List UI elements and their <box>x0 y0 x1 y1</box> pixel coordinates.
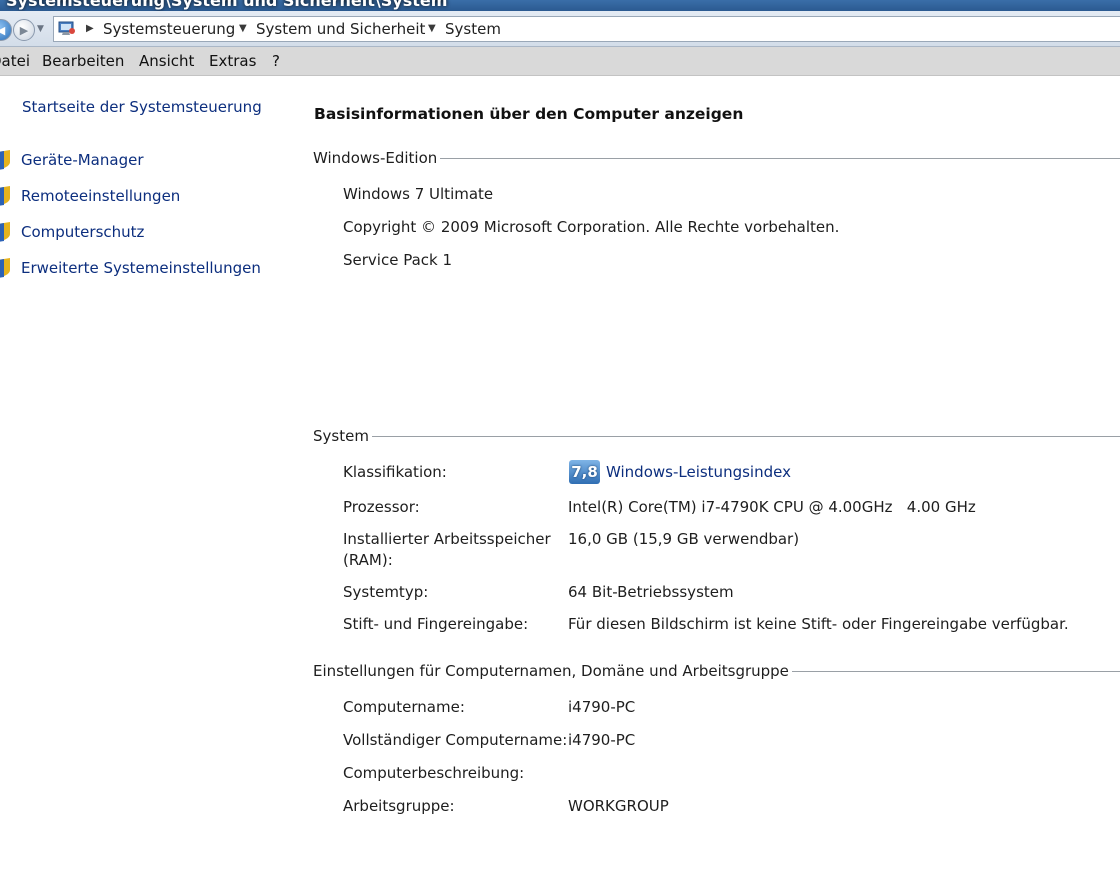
ram-label-line1: Installierter Arbeitsspeicher <box>343 530 551 548</box>
section-windows-edition: Windows-Edition <box>313 148 1120 168</box>
page-title: Basisinformationen über den Computer anz… <box>314 105 744 123</box>
computer-name-label: Computername: <box>343 698 465 716</box>
full-computer-name-value: i4790-PC <box>568 731 636 749</box>
sidebar-link-advanced-settings[interactable]: Erweiterte Systemeinstellungen <box>21 259 261 277</box>
menu-bar: Datei Bearbeiten Ansicht Extras ? <box>0 47 1120 76</box>
menu-help[interactable]: ? <box>272 52 280 70</box>
pen-touch-label: Stift- und Fingereingabe: <box>343 615 529 633</box>
address-box[interactable]: ▶ Systemsteuerung ▼ System und Sicherhei… <box>53 16 1120 42</box>
workgroup-label: Arbeitsgruppe: <box>343 797 455 815</box>
uac-shield-icon <box>0 186 10 206</box>
edition-name: Windows 7 Ultimate <box>343 185 494 203</box>
rating-score-badge[interactable]: 7,8 <box>569 460 600 484</box>
recent-pages-dropdown-icon[interactable]: ▼ <box>37 24 44 34</box>
edition-service-pack: Service Pack 1 <box>343 251 453 269</box>
uac-shield-icon <box>0 150 10 170</box>
workgroup-value: WORKGROUP <box>568 797 669 815</box>
sidebar-link-system-protection[interactable]: Computerschutz <box>21 223 144 241</box>
back-button[interactable]: ◀ <box>0 19 12 41</box>
windows-experience-index-link[interactable]: Windows-Leistungsindex <box>606 463 791 481</box>
uac-shield-icon <box>0 258 10 278</box>
crumb-systemsteuerung[interactable]: Systemsteuerung <box>103 20 235 38</box>
window-titlebar: Systemsteuerung\System und Sicherheit\Sy… <box>0 0 1120 11</box>
forward-button[interactable]: ▶ <box>13 19 35 41</box>
sidebar-link-device-manager[interactable]: Geräte-Manager <box>21 151 143 169</box>
crumb-system[interactable]: System <box>445 20 501 38</box>
system-type-value: 64 Bit-Betriebssystem <box>568 583 734 601</box>
control-panel-icon <box>58 21 75 35</box>
section-title: Windows-Edition <box>313 149 438 167</box>
uac-shield-icon <box>0 222 10 242</box>
section-divider <box>791 670 1120 672</box>
section-title: Einstellungen für Computernamen, Domäne … <box>313 662 789 680</box>
edition-copyright: Copyright © 2009 Microsoft Corporation. … <box>343 218 840 236</box>
menu-extras[interactable]: Extras <box>209 52 256 70</box>
computer-description-label: Computerbeschreibung: <box>343 764 525 782</box>
menu-datei[interactable]: Datei <box>0 52 30 70</box>
control-panel-home-link[interactable]: Startseite der Systemsteuerung <box>22 98 262 116</box>
full-computer-name-label: Vollständiger Computername: <box>343 731 568 749</box>
section-divider <box>371 435 1120 437</box>
menu-bearbeiten[interactable]: Bearbeiten <box>42 52 124 70</box>
ram-label-line2: (RAM): <box>343 551 393 569</box>
sidebar-link-remote-settings[interactable]: Remoteeinstellungen <box>21 187 180 205</box>
window-title: Systemsteuerung\System und Sicherheit\Sy… <box>6 0 448 10</box>
pen-touch-value: Für diesen Bildschirm ist keine Stift- o… <box>568 615 1069 633</box>
menu-ansicht[interactable]: Ansicht <box>139 52 194 70</box>
crumb-system-und-sicherheit[interactable]: System und Sicherheit <box>256 20 425 38</box>
section-title: System <box>313 427 369 445</box>
address-bar: ◀ ▶ ▼ ▶ Systemsteuerung ▼ System und Sic… <box>0 11 1120 47</box>
section-divider <box>440 157 1120 159</box>
processor-label: Prozessor: <box>343 498 420 516</box>
processor-value: Intel(R) Core(TM) i7-4790K CPU @ 4.00GHz… <box>568 498 976 516</box>
crumb-dropdown-icon[interactable]: ▼ <box>428 23 436 34</box>
crumb-separator-icon[interactable]: ▶ <box>86 23 94 34</box>
section-system: System <box>313 426 1120 446</box>
system-type-label: Systemtyp: <box>343 583 429 601</box>
ram-value: 16,0 GB (15,9 GB verwendbar) <box>568 530 800 548</box>
computer-name-value: i4790-PC <box>568 698 636 716</box>
crumb-dropdown-icon[interactable]: ▼ <box>239 23 247 34</box>
section-computer-name: Einstellungen für Computernamen, Domäne … <box>313 661 1120 681</box>
rating-label: Klassifikation: <box>343 463 447 481</box>
